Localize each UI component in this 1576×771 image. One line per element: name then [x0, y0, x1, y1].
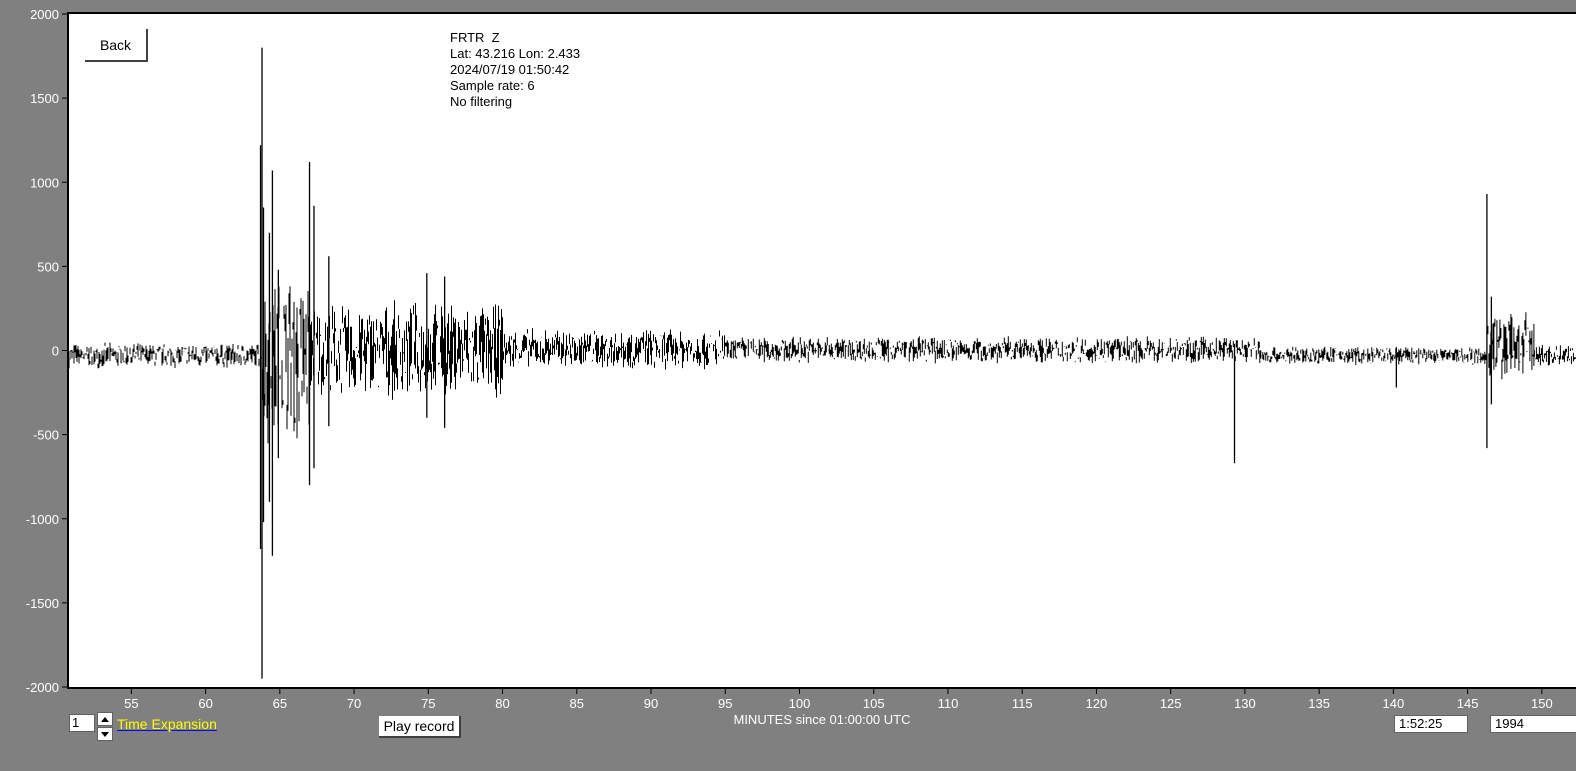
x-tick-label: 135 — [1308, 696, 1330, 711]
x-tick-label: 90 — [644, 696, 658, 711]
x-tick-label: 105 — [863, 696, 885, 711]
arrow-down-icon — [101, 731, 109, 737]
seismogram-plot: 2000 1500 1000 500 0 -500 -1000 -1500 -2000 55 60… — [26, 7, 1576, 727]
y-tick-label: 2000 — [30, 7, 59, 22]
x-tick-label: 110 — [938, 696, 959, 711]
x-tick-label: 70 — [347, 696, 361, 711]
filter-status: No filtering — [450, 94, 513, 109]
count-readout[interactable]: 1994 — [1490, 715, 1576, 733]
x-tick-label: 80 — [495, 696, 509, 711]
x-axis-title: MINUTES since 01:00:00 UTC — [733, 712, 910, 727]
y-tick-label: 1000 — [30, 175, 59, 190]
x-tick-label: 145 — [1457, 696, 1479, 711]
spin-down-button[interactable] — [97, 727, 113, 741]
x-tick-label: 115 — [1012, 696, 1033, 711]
x-tick-label: 140 — [1383, 696, 1405, 711]
x-tick-label: 75 — [421, 696, 435, 711]
y-tick-label: -2000 — [26, 680, 59, 695]
station-location: Lat: 43.216 Lon: 2.433 — [450, 46, 581, 61]
sample-rate: Sample rate: 6 — [450, 78, 535, 93]
y-tick-label: -500 — [33, 428, 59, 443]
time-expansion-input[interactable]: 1 — [69, 714, 95, 732]
x-tick-label: 60 — [198, 696, 212, 711]
x-tick-label: 85 — [570, 696, 584, 711]
x-tick-label: 130 — [1234, 696, 1256, 711]
x-tick-label: 95 — [718, 696, 732, 711]
y-axis-ticks: 2000 1500 1000 500 0 -500 -1000 -1500 -2000 — [26, 7, 68, 695]
x-axis-ticks: 55 60 65 70 75 80 85 90 95 100 105 110 115 120 125 130 1… — [124, 688, 1553, 711]
y-tick-label: 1500 — [30, 91, 59, 106]
x-tick-label: 120 — [1086, 696, 1108, 711]
x-tick-label: 150 — [1531, 696, 1553, 711]
spin-up-button[interactable] — [97, 712, 113, 726]
time-readout[interactable]: 1:52:25 — [1394, 715, 1468, 733]
y-tick-label: 0 — [52, 344, 59, 359]
back-button[interactable]: Back — [85, 29, 148, 62]
record-datetime: 2024/07/19 01:50:42 — [450, 62, 570, 77]
x-tick-label: 125 — [1160, 696, 1182, 711]
time-expansion-label: Time Expansion — [117, 716, 217, 732]
x-tick-label: 65 — [273, 696, 287, 711]
arrow-up-icon — [101, 716, 109, 722]
y-tick-label: 500 — [37, 259, 59, 274]
plot-area — [69, 14, 1576, 687]
y-tick-label: -1000 — [26, 512, 59, 527]
play-record-button[interactable]: Play record — [379, 716, 461, 738]
station-info: FRTR Z Lat: 43.216 Lon: 2.433 2024/07/19… — [450, 30, 580, 110]
station-name: FRTR Z — [450, 30, 500, 45]
x-tick-label: 100 — [789, 696, 811, 711]
x-tick-label: 55 — [124, 696, 138, 711]
y-tick-label: -1500 — [26, 596, 59, 611]
